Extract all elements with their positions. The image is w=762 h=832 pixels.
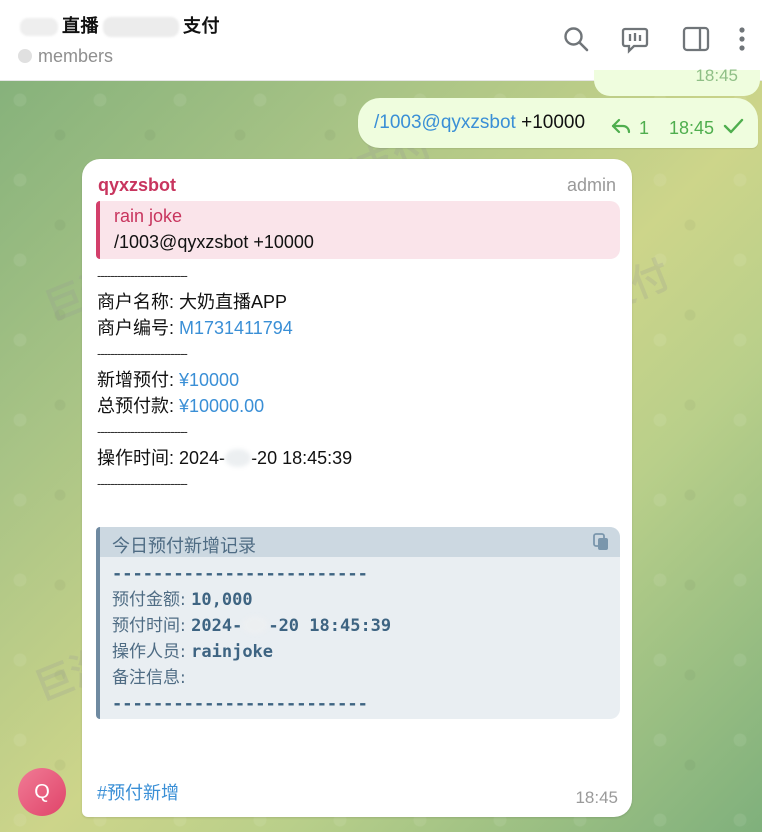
avatar[interactable]: Q (18, 768, 66, 816)
total-prepay-value[interactable]: ¥10000.00 (179, 396, 264, 416)
amount-value: 10,000 (191, 590, 253, 610)
field-label: 操作人员: (112, 642, 192, 662)
message-time: 18:45 (668, 118, 714, 138)
message-time: 18:45 (695, 66, 738, 85)
read-check-icon (722, 118, 744, 139)
redacted-text (242, 616, 269, 634)
hashtag-link[interactable]: #预付新增 (97, 779, 179, 805)
merchant-name-row: 商户名称: 大奶直播APP (97, 289, 352, 315)
message-meta: 1 18:45 (611, 118, 744, 139)
field-label: 商户名称: (97, 292, 180, 312)
merchant-id-link[interactable]: M1731411794 (179, 318, 293, 338)
new-prepay-row: 新增预付: ¥10000 (97, 367, 352, 393)
time-row: 预付时间: 2024- -20 18:45:39 (112, 613, 391, 639)
total-prepay-row: 总预付款: ¥10000.00 (97, 393, 352, 419)
date-part: 2024- (179, 448, 226, 468)
field-label: 备注信息: (112, 668, 186, 688)
code-block[interactable]: 今日预付新增记录 ------------------------- 预付金额:… (96, 527, 620, 719)
admin-badge: admin (566, 175, 616, 195)
note-row: 备注信息: (112, 665, 391, 691)
redacted-text (20, 18, 58, 37)
field-label: 预付时间: (112, 616, 192, 636)
incoming-message[interactable]: qyxzsbot admin rain joke /1003@qyxzsbot … (82, 159, 632, 817)
reply-quote[interactable]: rain joke /1003@qyxzsbot +10000 (96, 201, 620, 259)
merchant-id-row: 商户编号: M1731411794 (97, 315, 352, 341)
field-label: 预付金额: (112, 590, 192, 610)
chat-header: 直播 支付 members (0, 0, 762, 81)
date-part: -20 18:45:39 (251, 448, 353, 468)
reply-count[interactable]: 1 (639, 118, 649, 139)
date-part: -20 18:45:39 (268, 616, 392, 636)
outgoing-message[interactable]: /1003@qyxzsbot +10000 1 18:45 (358, 98, 758, 148)
code-block-header: 今日预付新增记录 (100, 527, 620, 557)
separator: ------------------------- (112, 564, 368, 584)
message-time: 18:45 (575, 788, 618, 807)
merchant-name: 大奶直播APP (179, 292, 288, 312)
code-content: ------------------------- 预付金额: 10,000 预… (112, 561, 391, 717)
code-block-title: 今日预付新增记录 (112, 536, 256, 556)
redacted-text (225, 449, 252, 467)
title-part: 支付 (183, 16, 220, 36)
separator: --------------------------- (97, 268, 188, 283)
member-count: members (18, 46, 113, 67)
copy-icon[interactable] (592, 533, 610, 551)
separator: --------------------------- (97, 476, 188, 491)
message-body: --------------------------- 商户名称: 大奶直播AP… (97, 263, 352, 497)
sidebar-toggle-icon[interactable] (681, 24, 711, 54)
operation-time-row: 操作时间: 2024- -20 18:45:39 (97, 445, 352, 471)
operator-value: rainjoke (191, 642, 274, 662)
previous-outgoing-message[interactable]: 18:45 (594, 66, 760, 96)
field-label: 操作时间: (97, 448, 180, 468)
redacted-count (18, 49, 32, 63)
search-icon[interactable] (561, 24, 591, 54)
amount-text: +10000 (521, 112, 586, 133)
members-label: members (38, 46, 114, 66)
reply-text: /1003@qyxzsbot +10000 (114, 232, 314, 252)
operator-row: 操作人员: rainjoke (112, 639, 391, 665)
reply-arrow-icon[interactable] (611, 118, 631, 139)
chat-title[interactable]: 直播 支付 (20, 12, 220, 38)
field-label: 商户编号: (97, 318, 180, 338)
separator: ------------------------- (112, 694, 368, 714)
separator: --------------------------- (97, 346, 188, 361)
message-text: /1003@qyxzsbot +10000 (374, 112, 585, 134)
new-prepay-value[interactable]: ¥10000 (179, 370, 239, 390)
field-label: 新增预付: (97, 370, 180, 390)
reply-author: rain joke (114, 206, 183, 226)
amount-row: 预付金额: 10,000 (112, 587, 391, 613)
bot-command-link[interactable]: /1003@qyxzsbot (374, 112, 516, 133)
separator: --------------------------- (97, 424, 188, 439)
more-vertical-icon[interactable] (734, 24, 750, 54)
field-label: 总预付款: (97, 396, 180, 416)
title-part: 直播 (62, 16, 99, 36)
sender-name[interactable]: qyxzsbot (98, 175, 176, 196)
date-part: 2024- (191, 616, 243, 636)
redacted-text (103, 17, 179, 38)
poll-icon[interactable] (620, 24, 650, 54)
avatar-initial: Q (34, 780, 50, 803)
